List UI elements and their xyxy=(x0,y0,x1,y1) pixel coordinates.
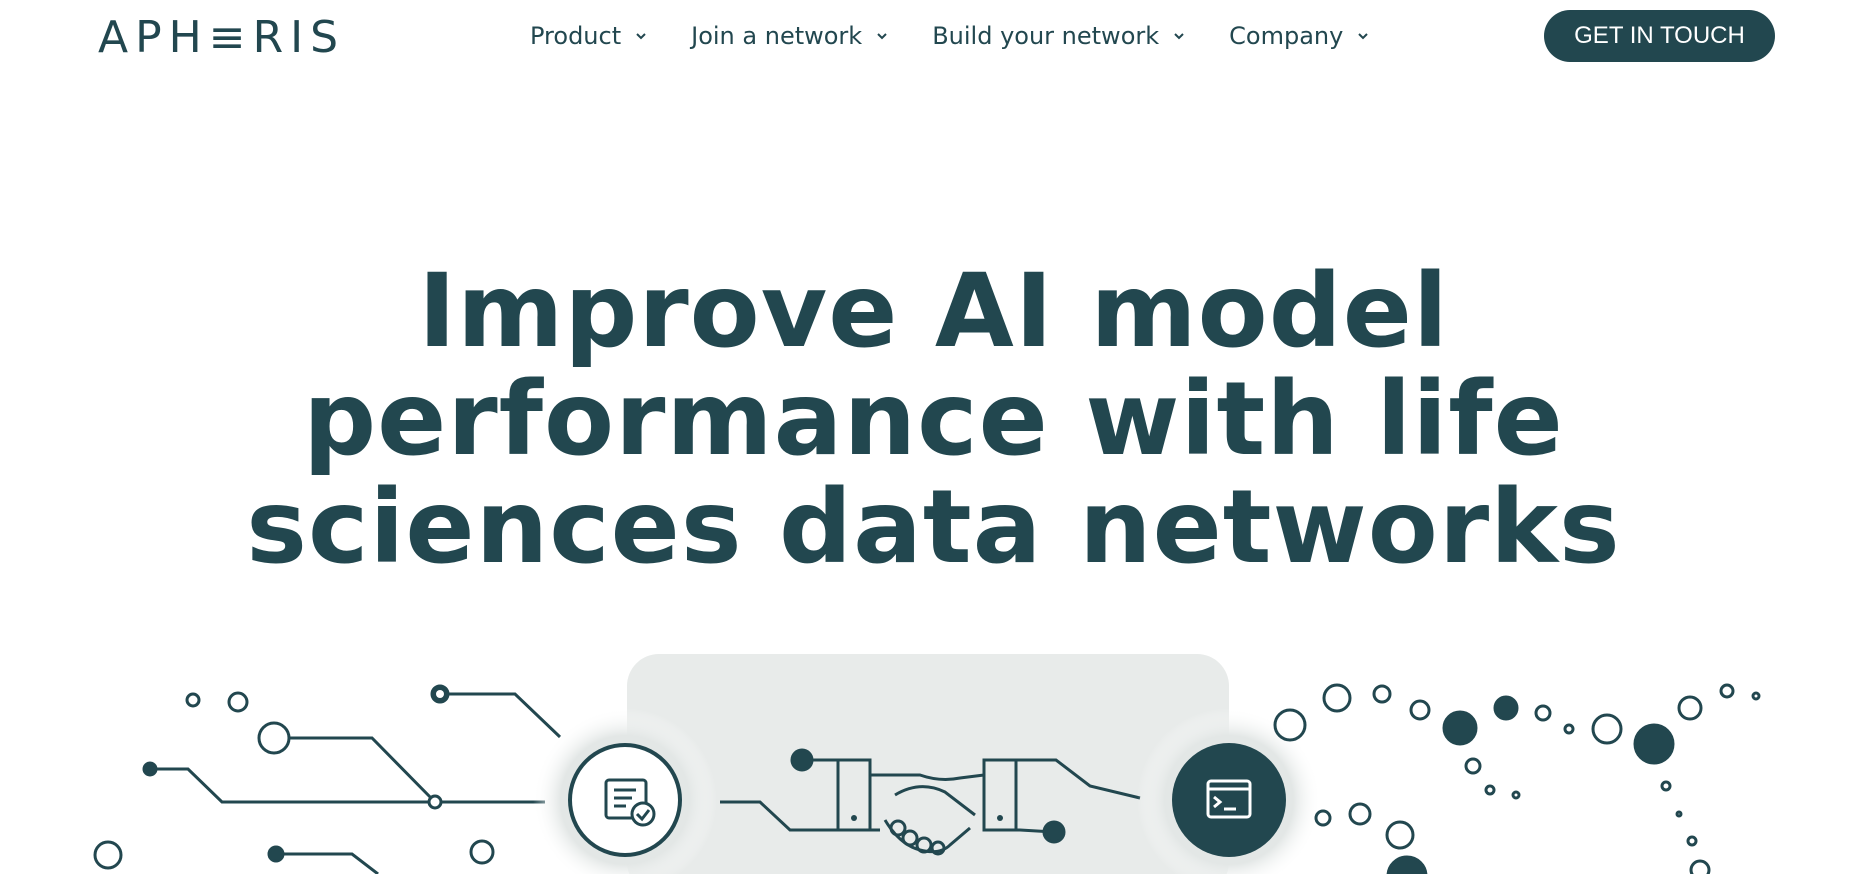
hero-heading: Improve AI model performance with life s… xyxy=(0,258,1867,582)
get-in-touch-button[interactable]: GET IN TOUCH xyxy=(1544,10,1775,62)
right-scattered-dots xyxy=(1273,683,1761,874)
nav-item-label: Join a network xyxy=(691,22,863,50)
nav-item-label: Product xyxy=(530,22,622,50)
nav-item-join-network[interactable]: Join a network xyxy=(691,18,888,54)
nav-item-company[interactable]: Company xyxy=(1229,18,1369,54)
chevron-down-icon xyxy=(877,33,887,40)
chevron-down-icon xyxy=(1174,33,1184,40)
apheris-logo[interactable]: APH≡RIS xyxy=(98,14,345,62)
nav-item-label: Company xyxy=(1229,22,1344,50)
hero-heading-line: performance with life xyxy=(303,360,1564,479)
chevron-down-icon xyxy=(1358,33,1369,40)
left-circuit-nodes xyxy=(93,684,495,870)
nav-item-label: Build your network xyxy=(932,22,1160,50)
chevron-down-icon xyxy=(636,33,646,40)
top-navigation-bar: APH≡RIS Product Join a network Build you… xyxy=(0,0,1867,76)
hero-heading-line: Improve AI model xyxy=(418,252,1449,371)
nav-item-product[interactable]: Product xyxy=(530,18,647,54)
hero-heading-line: sciences data networks xyxy=(246,468,1621,587)
main-nav: Product Join a network Build your networ… xyxy=(530,18,1413,54)
network-illustration xyxy=(93,654,1761,874)
nav-item-build-network[interactable]: Build your network xyxy=(932,18,1185,54)
